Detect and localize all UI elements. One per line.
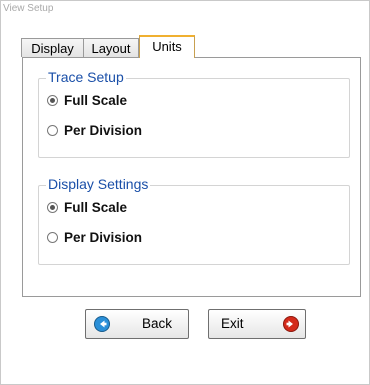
display-full-scale-label: Full Scale (64, 200, 128, 215)
tab-layout[interactable]: Layout (83, 38, 139, 57)
exit-button[interactable]: Exit (208, 309, 306, 339)
arrow-right-circle-icon (283, 316, 299, 332)
trace-per-division-label: Per Division (64, 123, 143, 138)
trace-full-scale-label: Full Scale (64, 93, 128, 108)
display-full-scale-radio[interactable] (47, 202, 58, 213)
trace-full-scale-radio[interactable] (47, 95, 58, 106)
display-settings-legend: Display Settings (46, 176, 151, 192)
trace-per-division-radio[interactable] (47, 125, 58, 136)
back-button[interactable]: Back (85, 309, 189, 339)
view-setup-window: View Setup Display Layout Units Trace Se… (0, 0, 370, 385)
units-panel: Trace Setup Full Scale Per Division Disp… (22, 57, 361, 297)
trace-setup-group: Trace Setup Full Scale Per Division (38, 69, 350, 158)
trace-setup-legend: Trace Setup (46, 69, 126, 85)
display-full-scale-option[interactable]: Full Scale (47, 199, 127, 217)
tab-units[interactable]: Units (139, 35, 195, 58)
arrow-left-circle-icon (94, 316, 110, 332)
display-per-division-radio[interactable] (47, 232, 58, 243)
tab-display[interactable]: Display (21, 38, 84, 57)
display-settings-group: Display Settings Full Scale Per Division (38, 176, 350, 265)
display-per-division-label: Per Division (64, 230, 143, 245)
trace-full-scale-option[interactable]: Full Scale (47, 92, 127, 110)
display-per-division-option[interactable]: Per Division (47, 229, 142, 247)
exit-label: Exit (221, 316, 244, 331)
trace-per-division-option[interactable]: Per Division (47, 122, 142, 140)
window-title: View Setup (3, 3, 54, 14)
back-label: Back (142, 316, 173, 331)
